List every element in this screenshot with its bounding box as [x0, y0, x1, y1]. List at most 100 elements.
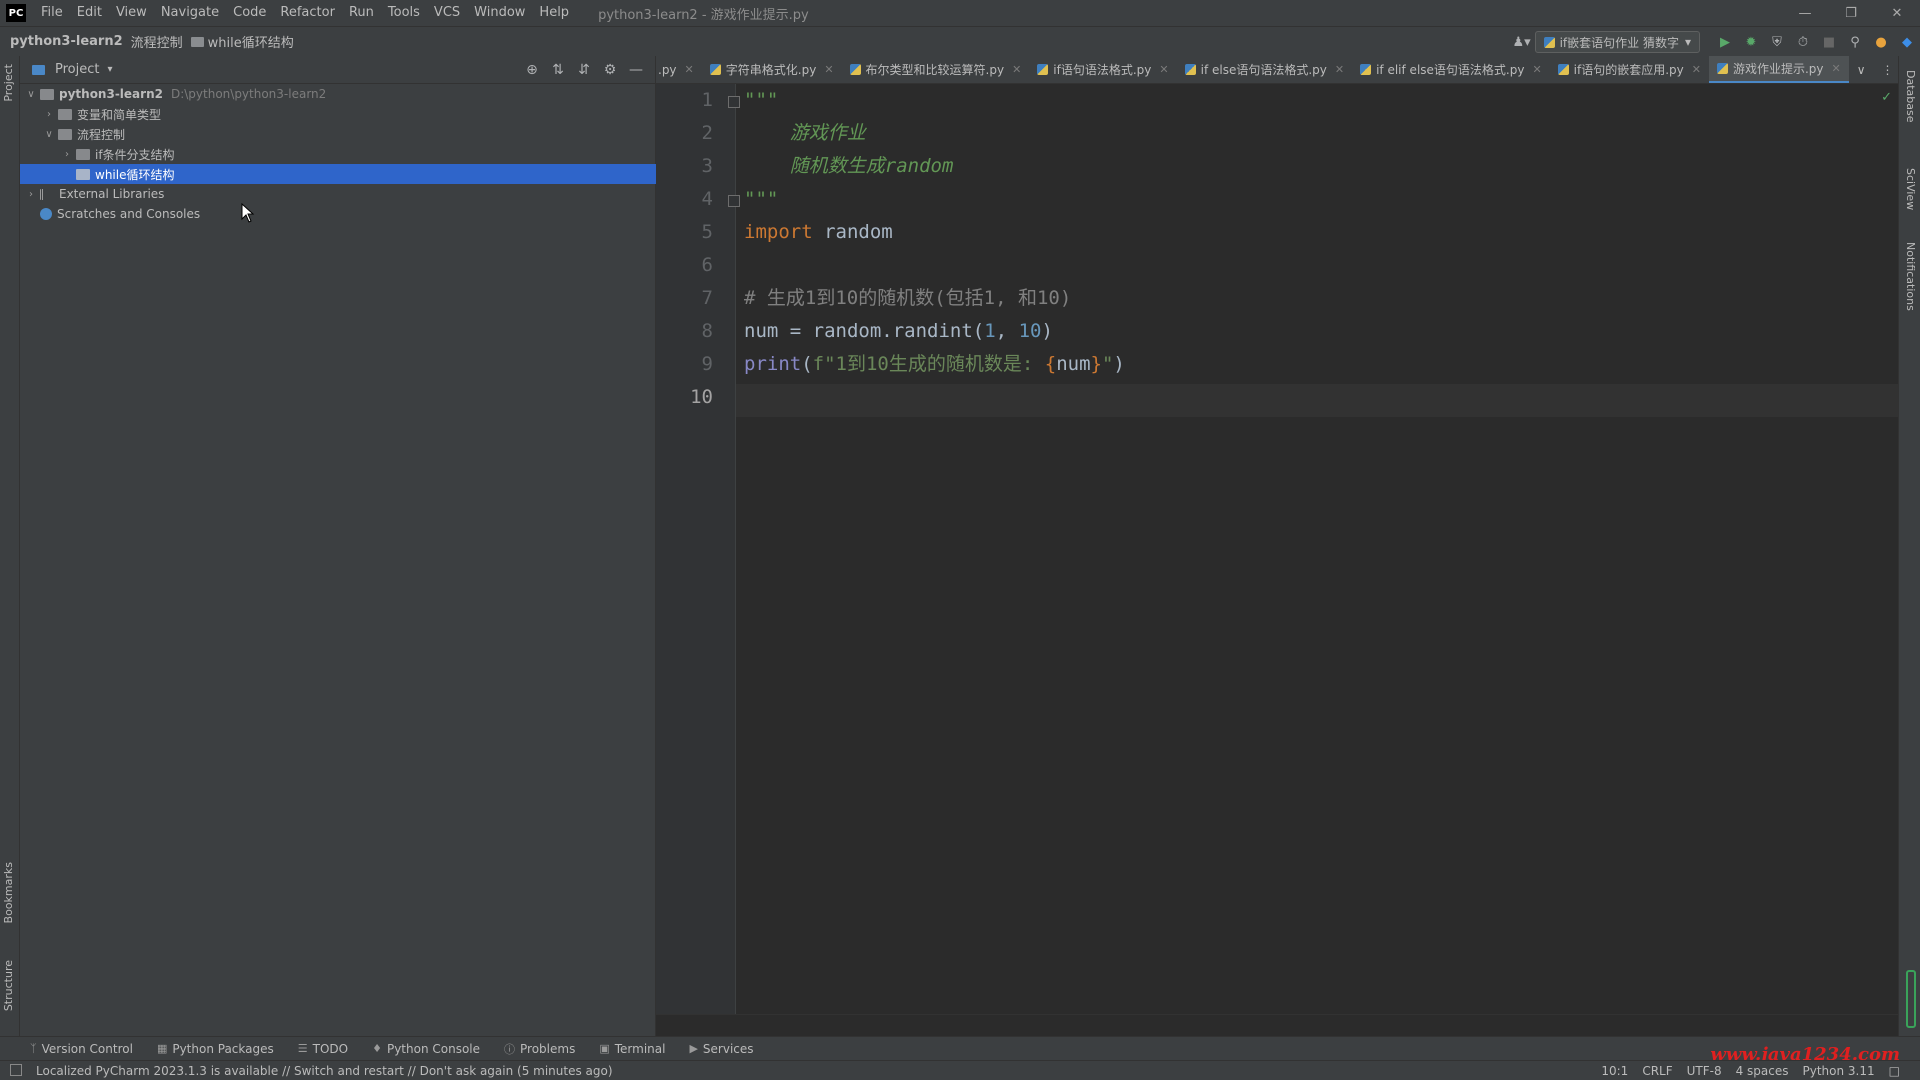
close-icon[interactable]: ✕ — [1159, 63, 1168, 76]
jetbrains-icon[interactable]: ◆ — [1894, 29, 1920, 55]
chevron-right-icon[interactable]: › — [60, 149, 74, 160]
horizontal-scrollbar[interactable] — [656, 1014, 1898, 1036]
structure-tool-tab[interactable]: Structure — [2, 960, 15, 1011]
code-line-1: """ — [744, 89, 779, 111]
mouse-cursor-icon — [241, 203, 255, 223]
project-panel-title[interactable]: Project — [55, 62, 99, 77]
tab-file[interactable]: if语句的嵌套应用.py ✕ — [1550, 56, 1709, 83]
indent-setting[interactable]: 4 spaces — [1736, 1064, 1789, 1078]
tree-item-folder[interactable]: ∨ 流程控制 — [20, 124, 656, 144]
update-icon[interactable]: ● — [1868, 29, 1894, 55]
lock-icon[interactable]: □ — [1889, 1064, 1900, 1078]
close-icon[interactable]: ✕ — [1832, 62, 1841, 75]
python-interpreter[interactable]: Python 3.11 — [1803, 1064, 1875, 1078]
folder-icon — [58, 108, 72, 120]
python-console-tool[interactable]: ♦ Python Console — [372, 1042, 480, 1056]
menu-file[interactable]: File — [34, 0, 70, 26]
menu-navigate[interactable]: Navigate — [154, 0, 226, 26]
database-tool-tab[interactable]: Database — [1904, 70, 1917, 123]
hide-panel-icon[interactable]: — — [623, 62, 649, 78]
file-encoding[interactable]: UTF-8 — [1687, 1064, 1722, 1078]
tab-file[interactable]: if elif else语句语法格式.py ✕ — [1352, 56, 1550, 83]
menu-refactor[interactable]: Refactor — [273, 0, 342, 26]
panel-toggle-icon[interactable] — [10, 1064, 22, 1076]
chevron-down-icon[interactable]: ∨ — [42, 129, 56, 140]
line-number: 5 — [701, 221, 713, 243]
services-tool[interactable]: ▶ Services — [689, 1042, 753, 1056]
version-control-tool[interactable]: ᛉ Version Control — [30, 1042, 133, 1056]
menu-code[interactable]: Code — [226, 0, 273, 26]
menu-tools[interactable]: Tools — [381, 0, 427, 26]
bookmarks-tool-tab[interactable]: Bookmarks — [2, 862, 15, 923]
code-editor[interactable]: """ 游戏作业 随机数生成random """ import random #… — [736, 84, 1898, 1014]
notifications-tool-tab[interactable]: Notifications — [1904, 242, 1917, 311]
close-icon[interactable]: ✕ — [685, 63, 694, 76]
run-icon[interactable]: ▶ — [1712, 29, 1738, 55]
profile-icon[interactable]: ⏱ — [1790, 29, 1816, 55]
restore-icon[interactable]: ❐ — [1828, 0, 1874, 26]
more-options-icon[interactable]: ⋮ — [1874, 56, 1898, 83]
todo-tool[interactable]: ☰ TODO — [298, 1042, 348, 1056]
tab-active-file[interactable]: 游戏作业提示.py ✕ — [1708, 56, 1849, 83]
close-window-icon[interactable]: ✕ — [1874, 0, 1920, 26]
tree-item-folder[interactable]: › 变量和简单类型 — [20, 104, 656, 124]
menu-vcs[interactable]: VCS — [427, 0, 467, 26]
tab-list-icon[interactable]: ∨ — [1849, 56, 1874, 83]
left-tool-strip: Project Bookmarks Structure — [0, 56, 20, 1036]
stop-icon[interactable]: ■ — [1816, 29, 1842, 55]
debug-icon[interactable]: ✹ — [1738, 29, 1764, 55]
menu-view[interactable]: View — [109, 0, 154, 26]
tab-file[interactable]: 字符串格式化.py ✕ — [702, 56, 842, 83]
chevron-down-icon[interactable]: ▾ — [107, 64, 112, 75]
code-line-4: """ — [744, 188, 779, 210]
chevron-down-icon[interactable]: ∨ — [24, 89, 38, 100]
breadcrumb-current[interactable]: while循环结构 — [208, 32, 294, 51]
run-config-select[interactable]: if嵌套语句作业 猜数字 ▾ — [1534, 31, 1700, 53]
library-icon — [40, 188, 54, 200]
breadcrumb-project[interactable]: python3-learn2 — [10, 34, 123, 49]
collapse-all-icon[interactable]: ⇵ — [571, 62, 597, 78]
expand-all-icon[interactable]: ⇅ — [545, 62, 571, 78]
tree-item-selected-folder[interactable]: while循环结构 — [20, 164, 656, 184]
chevron-right-icon[interactable]: › — [24, 189, 38, 200]
problems-tool[interactable]: ⓘ Problems — [504, 1041, 575, 1057]
tree-item-scratches[interactable]: Scratches and Consoles — [20, 204, 656, 224]
locate-file-icon[interactable]: ⊕ — [519, 62, 545, 78]
tab-file[interactable]: 布尔类型和比较运算符.py ✕ — [842, 56, 1030, 83]
search-icon[interactable]: ⚲ — [1842, 29, 1868, 55]
fold-marker-icon[interactable] — [728, 195, 740, 207]
project-tool-tab[interactable]: Project — [2, 64, 15, 102]
status-message[interactable]: Localized PyCharm 2023.1.3 is available … — [36, 1064, 613, 1078]
coverage-icon[interactable]: ⛨ — [1764, 29, 1790, 55]
code-line-9: print(f"1到10生成的随机数是: {num}") — [744, 353, 1125, 375]
tree-item-folder[interactable]: › if条件分支结构 — [20, 144, 656, 164]
breadcrumb-folder[interactable]: 流程控制 — [131, 32, 183, 51]
close-icon[interactable]: ✕ — [1692, 63, 1701, 76]
tree-item-external-libraries[interactable]: › External Libraries — [20, 184, 656, 204]
caret-position[interactable]: 10:1 — [1601, 1064, 1628, 1078]
gear-icon[interactable]: ⚙ — [597, 62, 623, 78]
tab-file[interactable]: if语句语法格式.py ✕ — [1029, 56, 1176, 83]
fold-marker-icon[interactable] — [728, 96, 740, 108]
python-packages-tool[interactable]: ▦ Python Packages — [157, 1042, 274, 1056]
menu-help[interactable]: Help — [532, 0, 576, 26]
line-separator[interactable]: CRLF — [1642, 1064, 1672, 1078]
menu-window[interactable]: Window — [467, 0, 532, 26]
user-icon[interactable]: ♟▾ — [1509, 29, 1535, 55]
menu-run[interactable]: Run — [342, 0, 381, 26]
close-icon[interactable]: ✕ — [824, 63, 833, 76]
close-icon[interactable]: ✕ — [1012, 63, 1021, 76]
menu-edit[interactable]: Edit — [70, 0, 109, 26]
terminal-tool[interactable]: ▣ Terminal — [599, 1042, 665, 1056]
tab-file[interactable]: .py ✕ — [656, 56, 702, 83]
chevron-right-icon[interactable]: › — [42, 109, 56, 120]
close-icon[interactable]: ✕ — [1532, 63, 1541, 76]
close-icon[interactable]: ✕ — [1335, 63, 1344, 76]
minimize-icon[interactable]: — — [1782, 0, 1828, 26]
tab-file[interactable]: if else语句语法格式.py ✕ — [1177, 56, 1352, 83]
line-number: 4 — [701, 188, 713, 210]
tree-item-project-root[interactable]: ∨ python3-learn2 D:\python\python3-learn… — [20, 84, 656, 104]
inspection-ok-icon[interactable]: ✓ — [1881, 90, 1892, 105]
sciview-tool-tab[interactable]: SciView — [1904, 168, 1917, 210]
project-view-icon — [32, 64, 45, 75]
